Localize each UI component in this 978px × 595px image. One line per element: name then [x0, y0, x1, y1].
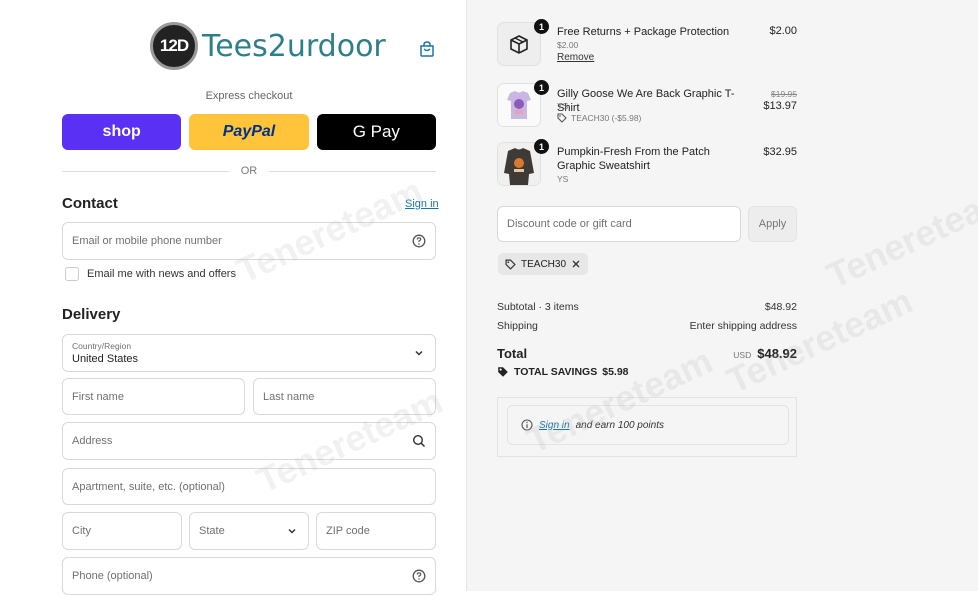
total-value: $48.92 — [757, 346, 797, 361]
newsletter-checkbox[interactable] — [65, 267, 79, 281]
discount-code-input[interactable]: Discount code or gift card — [497, 206, 741, 242]
order-line-item: 1 Free Returns + Package Protection $2.0… — [497, 19, 797, 72]
delivery-title: Delivery — [62, 306, 121, 323]
rewards-sign-in-link[interactable]: Sign in — [539, 420, 570, 431]
first-name-field[interactable]: First name — [62, 378, 245, 415]
item-price: $32.95 — [763, 146, 797, 158]
phone-placeholder: Phone (optional) — [72, 570, 153, 582]
logo-text: Tees2urdoor — [202, 28, 386, 64]
subtotal-value: $48.92 — [764, 301, 797, 313]
tag-icon — [505, 258, 516, 270]
logo-badge: 12D — [150, 22, 198, 70]
help-circle-icon[interactable] — [412, 569, 426, 583]
newsletter-option[interactable]: Email me with news and offers — [62, 267, 236, 281]
google-pay-button[interactable]: G Pay — [316, 114, 436, 150]
discount-placeholder: Discount code or gift card — [507, 218, 632, 230]
state-placeholder: State — [199, 525, 225, 537]
item-price: $13.97 — [763, 100, 797, 112]
quantity-badge: 1 — [534, 80, 549, 95]
country-value: United States — [72, 353, 139, 365]
divider-line — [269, 170, 436, 172]
order-line-item: 1 Pumpkin-Fresh From the Patch Graphic S… — [497, 139, 797, 192]
or-divider: OR — [62, 165, 436, 177]
total-currency: USD — [733, 350, 752, 360]
rewards-text: and earn 100 points — [575, 419, 664, 431]
item-title: Pumpkin-Fresh From the Patch Graphic Swe… — [557, 146, 710, 172]
express-checkout-label: Express checkout — [205, 90, 293, 102]
store-logo[interactable]: 12D Tees2urdoor — [150, 22, 386, 70]
last-name-placeholder: Last name — [263, 390, 315, 403]
newsletter-label: Email me with news and offers — [87, 268, 236, 280]
quantity-badge: 1 — [534, 139, 549, 154]
sign-in-link[interactable]: Sign in — [405, 198, 439, 210]
express-payment-buttons: shop PayPal G Pay — [62, 114, 436, 150]
item-variant: $2.00 — [557, 40, 579, 50]
info-icon — [521, 419, 533, 431]
total-amount: USD $48.92 — [733, 346, 797, 361]
savings-label: TOTAL SAVINGS — [514, 366, 598, 378]
chevron-down-icon — [415, 350, 423, 356]
first-name-placeholder: First name — [72, 390, 124, 403]
apply-discount-button[interactable]: Apply — [748, 206, 797, 242]
country-label: Country/Region — [72, 341, 132, 351]
item-price: $2.00 — [769, 25, 797, 37]
shop-pay-button[interactable]: shop — [62, 114, 182, 150]
remove-link[interactable]: Remove — [557, 52, 594, 63]
contact-title: Contact — [62, 195, 118, 212]
item-title: Free Returns + Package Protection — [557, 26, 730, 38]
rewards-banner: Sign in and earn 100 points — [507, 405, 789, 445]
subtotal-row: Subtotal · 3 items $48.92 — [497, 301, 797, 313]
savings-value: $5.98 — [602, 366, 629, 378]
search-icon — [412, 434, 426, 448]
subtotal-label: Subtotal · 3 items — [497, 301, 579, 313]
chevron-down-icon — [288, 528, 296, 534]
or-label: OR — [240, 165, 258, 177]
divider-line — [62, 170, 229, 172]
last-name-field[interactable]: Last name — [253, 378, 436, 415]
shipping-label: Shipping — [497, 320, 538, 332]
total-row: Total USD $48.92 — [497, 346, 797, 361]
city-placeholder: City — [72, 525, 91, 537]
total-label: Total — [497, 346, 528, 361]
quantity-badge: 1 — [534, 19, 549, 34]
help-circle-icon[interactable] — [412, 234, 426, 248]
checkout-form-panel: 12D Tees2urdoor Express checkout shop Pa… — [0, 0, 466, 595]
country-select[interactable]: Country/Region United States — [62, 334, 436, 372]
item-discount: TEACH30 (-$5.98) — [557, 113, 641, 123]
original-price: $19.95 — [771, 89, 797, 99]
rewards-widget: Sign in and earn 100 points — [497, 397, 797, 457]
tag-icon — [498, 367, 508, 377]
apartment-placeholder: Apartment, suite, etc. (optional) — [72, 480, 225, 493]
state-select[interactable]: State — [189, 512, 309, 550]
shopping-bag-icon[interactable] — [418, 40, 436, 58]
item-variant: YS — [557, 174, 569, 184]
phone-field[interactable]: Phone (optional) — [62, 557, 436, 595]
zip-field[interactable]: ZIP code — [316, 512, 436, 550]
shipping-row: Shipping Enter shipping address — [497, 320, 797, 332]
address-placeholder: Address — [72, 435, 113, 447]
close-icon[interactable] — [571, 259, 581, 269]
item-original-price: $19.95 — [771, 88, 797, 100]
applied-code: TEACH30 — [521, 258, 567, 270]
total-savings: TOTAL SAVINGS $5.98 — [497, 366, 629, 378]
address-field[interactable]: Address — [62, 422, 436, 460]
discount-code-label: TEACH30 (-$5.98) — [571, 113, 642, 123]
tag-icon — [557, 113, 567, 123]
city-field[interactable]: City — [62, 512, 182, 550]
shipping-value: Enter shipping address — [689, 320, 797, 332]
email-field[interactable]: Email or mobile phone number — [62, 222, 436, 260]
email-placeholder: Email or mobile phone number — [72, 235, 222, 247]
zip-placeholder: ZIP code — [326, 525, 370, 537]
apartment-field[interactable]: Apartment, suite, etc. (optional) — [62, 468, 436, 505]
applied-discount-chip: TEACH30 — [498, 253, 589, 275]
order-line-item: 1 Gilly Goose We Are Back Graphic T-Shir… — [497, 80, 797, 133]
paypal-button[interactable]: PayPal — [189, 114, 309, 150]
item-title: Gilly Goose We Are Back Graphic T-Shirt — [557, 88, 735, 114]
item-variant: YS — [557, 101, 569, 111]
